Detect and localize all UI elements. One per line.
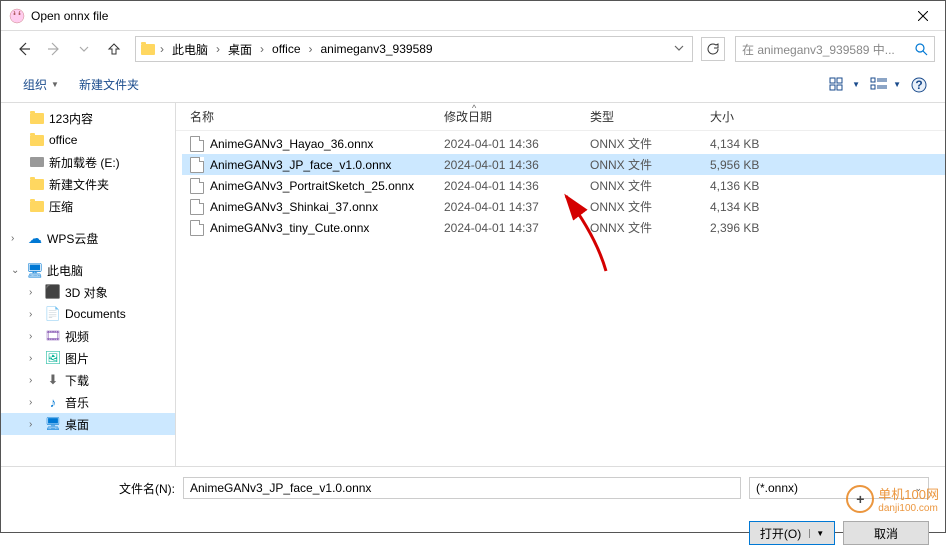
search-icon <box>914 42 928 56</box>
sidebar-item-3d[interactable]: ›⬛3D 对象 <box>1 281 175 303</box>
sidebar-item-pictures[interactable]: ›🖼图片 <box>1 347 175 369</box>
sidebar-item-documents[interactable]: ›📄Documents <box>1 303 175 325</box>
chevron-right-icon[interactable]: › <box>214 42 222 56</box>
column-header-size[interactable]: 大小 <box>702 108 802 125</box>
file-list: ^ 名称 修改日期 类型 大小 AnimeGANv3_Hayao_36.onnx… <box>176 103 945 466</box>
folder-icon <box>138 39 158 59</box>
app-icon <box>9 8 25 24</box>
recent-dropdown[interactable] <box>71 36 97 62</box>
sidebar-item-drive-e[interactable]: 新加载卷 (E:) <box>1 151 175 173</box>
breadcrumb-seg-desktop[interactable]: 桌面 <box>222 37 258 61</box>
column-header-row: ^ 名称 修改日期 类型 大小 <box>176 103 945 131</box>
file-row[interactable]: AnimeGANv3_Shinkai_37.onnx 2024-04-01 14… <box>182 196 945 217</box>
open-button[interactable]: 打开(O)▼ <box>749 521 835 545</box>
search-input[interactable]: 在 animeganv3_939589 中... <box>735 36 935 62</box>
up-button[interactable] <box>101 36 127 62</box>
close-button[interactable] <box>900 1 945 31</box>
sidebar-item-videos[interactable]: ›🎞视频 <box>1 325 175 347</box>
filename-input[interactable] <box>183 477 741 499</box>
sidebar-item-desktop[interactable]: ›🖥桌面 <box>1 413 175 435</box>
sidebar-item-wps[interactable]: ›☁WPS云盘 <box>1 227 175 249</box>
sidebar: 123内容 office 新加载卷 (E:) 新建文件夹 压缩 ›☁WPS云盘 … <box>1 103 176 466</box>
search-placeholder: 在 animeganv3_939589 中... <box>742 41 914 58</box>
chevron-right-icon[interactable]: › <box>307 42 315 56</box>
file-icon <box>190 199 204 215</box>
sidebar-item-newfolder[interactable]: 新建文件夹 <box>1 173 175 195</box>
sidebar-item-123[interactable]: 123内容 <box>1 107 175 129</box>
cancel-button[interactable]: 取消 <box>843 521 929 545</box>
file-row[interactable]: AnimeGANv3_Hayao_36.onnx 2024-04-01 14:3… <box>182 133 945 154</box>
file-row[interactable]: AnimeGANv3_PortraitSketch_25.onnx 2024-0… <box>182 175 945 196</box>
breadcrumb-dropdown[interactable] <box>668 42 690 56</box>
filename-label: 文件名(N): <box>119 480 175 497</box>
navbar: › 此电脑 › 桌面 › office › animeganv3_939589 … <box>1 31 945 67</box>
back-button[interactable] <box>11 36 37 62</box>
column-header-date[interactable]: 修改日期 <box>436 108 582 125</box>
sidebar-item-office[interactable]: office <box>1 129 175 151</box>
main-area: 123内容 office 新加载卷 (E:) 新建文件夹 压缩 ›☁WPS云盘 … <box>1 103 945 466</box>
sidebar-item-compress[interactable]: 压缩 <box>1 195 175 217</box>
file-icon <box>190 178 204 194</box>
breadcrumb-seg-pc[interactable]: 此电脑 <box>166 37 214 61</box>
sidebar-item-thispc[interactable]: ⌄🖥此电脑 <box>1 259 175 281</box>
window-title: Open onnx file <box>31 9 900 23</box>
breadcrumb-seg-current[interactable]: animeganv3_939589 <box>315 37 439 61</box>
refresh-button[interactable] <box>701 37 725 61</box>
file-icon <box>190 136 204 152</box>
chevron-right-icon[interactable]: › <box>258 42 266 56</box>
sidebar-item-music[interactable]: ›♪音乐 <box>1 391 175 413</box>
newfolder-button[interactable]: 新建文件夹 <box>73 74 145 95</box>
svg-text:?: ? <box>915 78 922 92</box>
toolbar: 组织▼ 新建文件夹 ▼ ▼ ? <box>1 67 945 103</box>
view-icons-button[interactable]: ▼ <box>827 75 862 95</box>
breadcrumb[interactable]: › 此电脑 › 桌面 › office › animeganv3_939589 <box>135 36 693 62</box>
file-row[interactable]: AnimeGANv3_tiny_Cute.onnx 2024-04-01 14:… <box>182 217 945 238</box>
column-header-type[interactable]: 类型 <box>582 108 702 125</box>
forward-button[interactable] <box>41 36 67 62</box>
organize-button[interactable]: 组织▼ <box>17 74 65 95</box>
file-icon <box>190 220 204 236</box>
sidebar-item-downloads[interactable]: ›⬇下载 <box>1 369 175 391</box>
titlebar: Open onnx file <box>1 1 945 31</box>
sort-indicator-icon: ^ <box>472 103 476 113</box>
file-icon <box>190 157 204 173</box>
view-details-button[interactable]: ▼ <box>868 75 903 95</box>
help-button[interactable]: ? <box>909 75 929 95</box>
chevron-right-icon[interactable]: › <box>158 42 166 56</box>
breadcrumb-seg-office[interactable]: office <box>266 37 306 61</box>
column-header-name[interactable]: 名称 <box>182 108 436 125</box>
file-row[interactable]: AnimeGANv3_JP_face_v1.0.onnx 2024-04-01 … <box>182 154 945 175</box>
file-list-body: AnimeGANv3_Hayao_36.onnx 2024-04-01 14:3… <box>176 131 945 466</box>
filetype-filter[interactable]: (*.onnx)⌄ <box>749 477 929 499</box>
bottom-panel: 文件名(N): (*.onnx)⌄ 打开(O)▼ 取消 <box>1 466 945 555</box>
